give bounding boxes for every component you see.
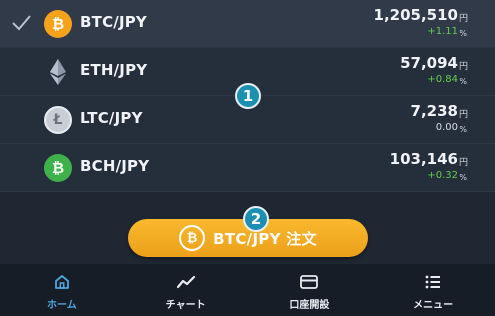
home-icon — [52, 273, 72, 291]
pair-name: LTC/JPY — [80, 109, 143, 127]
tab-label: チャート — [165, 300, 206, 311]
checkmark-icon — [10, 12, 32, 34]
tab-chart[interactable]: チャート — [124, 264, 248, 316]
change-unit: % — [459, 77, 467, 86]
bitcoin-cash-icon: ₿ — [44, 154, 72, 182]
order-button-label: BTC/JPY 注文 — [213, 229, 317, 248]
pair-row-btc[interactable]: ₿ BTC/JPY 1,205,510 円 +1.11 % — [0, 0, 495, 48]
card-icon — [299, 273, 319, 291]
tab-home[interactable]: ホーム — [0, 264, 124, 316]
price-unit: 円 — [458, 158, 468, 168]
pair-row-bch[interactable]: ₿ BCH/JPY 103,146 円 +0.32 % — [0, 144, 495, 192]
pair-price: 7,238 — [410, 102, 458, 120]
price-unit: 円 — [458, 62, 468, 72]
bitcoin-icon: ₿ — [179, 225, 206, 251]
pair-change: 0.00 — [435, 122, 458, 133]
callout-badge-1: 1 — [235, 83, 261, 109]
ethereum-icon — [44, 58, 72, 86]
menu-icon — [423, 273, 443, 291]
tab-menu[interactable]: メニュー — [371, 264, 495, 316]
change-unit: % — [459, 173, 467, 182]
tab-label: メニュー — [413, 300, 454, 311]
tab-label: 口座開設 — [289, 300, 330, 311]
pair-price: 57,094 — [400, 54, 458, 72]
bitcoin-icon: ₿ — [44, 10, 72, 38]
change-unit: % — [459, 125, 467, 134]
pair-name: ETH/JPY — [80, 61, 148, 79]
callout-badge-2: 2 — [243, 206, 269, 232]
change-unit: % — [459, 29, 467, 38]
price-unit: 円 — [458, 110, 468, 120]
litecoin-icon: Ł — [44, 106, 72, 134]
pair-name: BTC/JPY — [80, 13, 147, 31]
pair-name: BCH/JPY — [80, 157, 150, 175]
price-unit: 円 — [458, 14, 468, 24]
pair-price: 103,146 — [389, 150, 458, 168]
chart-icon — [176, 273, 196, 291]
pair-price: 1,205,510 — [373, 6, 458, 24]
pair-change: +0.84 — [427, 74, 458, 85]
bottom-tab-bar: ホーム チャート 口座開設 メニュー — [0, 264, 495, 316]
pair-change: +1.11 — [427, 26, 458, 37]
pair-change: +0.32 — [427, 170, 458, 181]
tab-account-opening[interactable]: 口座開設 — [248, 264, 372, 316]
tab-label: ホーム — [47, 300, 77, 311]
